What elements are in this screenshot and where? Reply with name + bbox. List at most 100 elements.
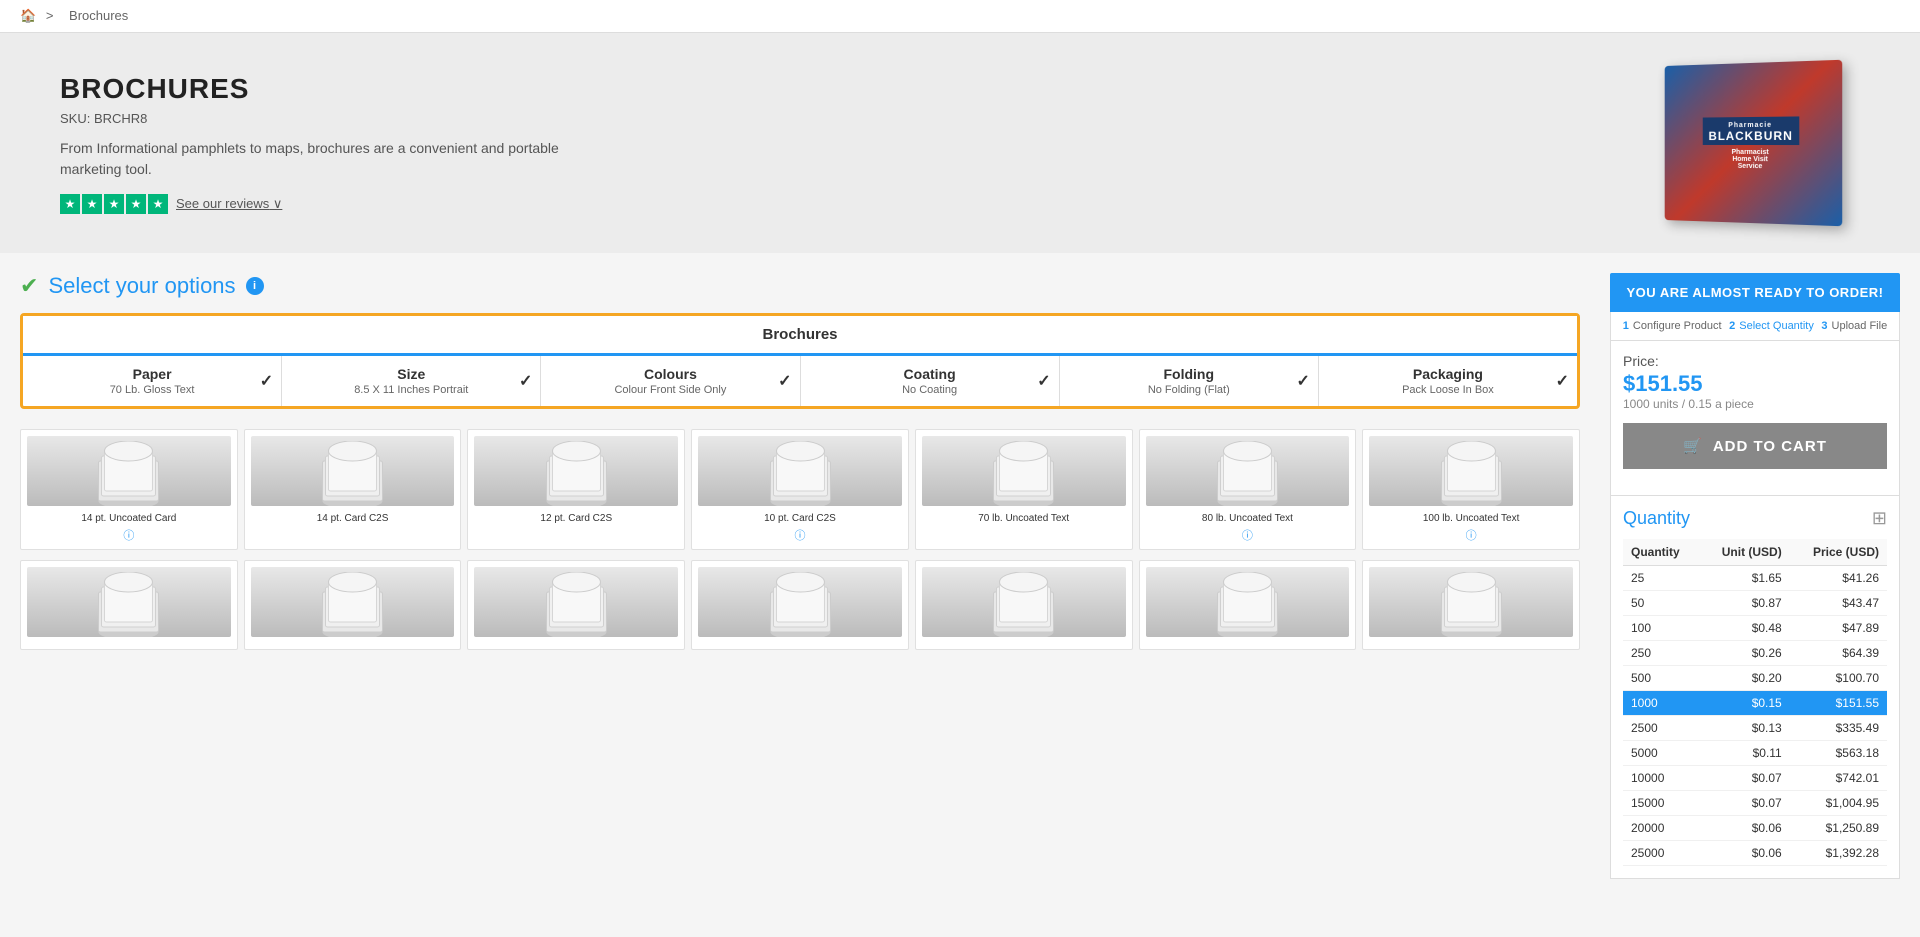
qty-row-2[interactable]: 100 $0.48 $47.89 [1623, 616, 1887, 641]
qty-cell-price-1: $43.47 [1790, 591, 1887, 616]
home-link[interactable]: 🏠 [20, 8, 36, 23]
product-card-r1-2[interactable]: 12 pt. Card C2S [467, 429, 685, 550]
qty-cell-qty-10: 20000 [1623, 816, 1700, 841]
qty-cell-unit-9: $0.07 [1700, 791, 1790, 816]
tab-option-paper[interactable]: Paper 70 Lb. Gloss Text ✓ [23, 356, 282, 406]
options-tab-container: Brochures Paper 70 Lb. Gloss Text ✓ Size… [20, 313, 1580, 409]
qty-row-4[interactable]: 500 $0.20 $100.70 [1623, 666, 1887, 691]
paper-layers-r1-2 [474, 436, 678, 506]
qty-row-10[interactable]: 20000 $0.06 $1,250.89 [1623, 816, 1887, 841]
product-card-r2-5[interactable] [1139, 560, 1357, 650]
main-container: ✔ Select your options i Brochures Paper … [0, 253, 1920, 899]
order-step-1[interactable]: 1 Configure Product [1623, 320, 1722, 332]
step-num-2: 2 [1729, 320, 1735, 332]
add-to-cart-button[interactable]: 🛒 ADD TO CART [1623, 423, 1887, 469]
star-2: ★ [82, 194, 102, 214]
step-num-1: 1 [1623, 320, 1629, 332]
product-card-r1-6[interactable]: 100 lb. Uncoated Text ⓘ [1362, 429, 1580, 550]
qty-cell-qty-1: 50 [1623, 591, 1700, 616]
hero-text: BROCHURES SKU: BRCHR8 From Informational… [60, 73, 560, 214]
order-step-3[interactable]: 3 Upload File [1821, 320, 1887, 332]
qty-table-header-row: Quantity Unit (USD) Price (USD) [1623, 539, 1887, 566]
product-card-info-r1-6[interactable]: ⓘ [1369, 527, 1573, 543]
qty-cell-unit-4: $0.20 [1700, 666, 1790, 691]
product-section: ✔ Select your options i Brochures Paper … [0, 273, 1600, 899]
qty-cell-unit-1: $0.87 [1700, 591, 1790, 616]
product-card-img-r1-3 [698, 436, 902, 506]
product-card-img-r1-5 [1146, 436, 1350, 506]
step-label-1: Configure Product [1633, 320, 1722, 332]
product-sku: SKU: BRCHR8 [60, 111, 560, 126]
price-amount: $151.55 [1623, 371, 1887, 397]
product-card-img-r2-1 [251, 567, 455, 637]
tab-option-coating[interactable]: Coating No Coating ✓ [801, 356, 1060, 406]
tab-options: Paper 70 Lb. Gloss Text ✓ Size 8.5 X 11 … [23, 356, 1577, 406]
breadcrumb-separator: > [46, 8, 54, 23]
qty-row-0[interactable]: 25 $1.65 $41.26 [1623, 566, 1887, 591]
qty-cell-unit-8: $0.07 [1700, 766, 1790, 791]
paper-layers-r2-1 [251, 567, 455, 637]
qty-row-8[interactable]: 10000 $0.07 $742.01 [1623, 766, 1887, 791]
product-card-r2-0[interactable] [20, 560, 238, 650]
tab-option-colours[interactable]: Colours Colour Front Side Only ✓ [541, 356, 800, 406]
qty-row-11[interactable]: 25000 $0.06 $1,392.28 [1623, 841, 1887, 866]
product-card-r1-3[interactable]: 10 pt. Card C2S ⓘ [691, 429, 909, 550]
product-card-r2-1[interactable] [244, 560, 462, 650]
step-label-2: Select Quantity [1739, 320, 1814, 332]
product-card-info-r1-0[interactable]: ⓘ [27, 527, 231, 543]
product-description: From Informational pamphlets to maps, br… [60, 138, 560, 180]
product-card-label-r1-6: 100 lb. Uncoated Text [1369, 512, 1573, 525]
price-label: Price: [1623, 353, 1887, 369]
qty-cell-qty-0: 25 [1623, 566, 1700, 591]
product-card-r1-1[interactable]: 14 pt. Card C2S [244, 429, 462, 550]
quantity-header: Quantity ⊞ [1623, 508, 1887, 529]
product-card-r2-3[interactable] [691, 560, 909, 650]
quantity-table: Quantity Unit (USD) Price (USD) 25 $1.65… [1623, 539, 1887, 866]
tab-option-folding[interactable]: Folding No Folding (Flat) ✓ [1060, 356, 1319, 406]
product-image: Pharmacie BLACKBURN PharmacistHome Visit… [1660, 63, 1860, 223]
price-section: Price: $151.55 1000 units / 0.15 a piece… [1610, 341, 1900, 496]
qty-row-3[interactable]: 250 $0.26 $64.39 [1623, 641, 1887, 666]
tab-option-packaging[interactable]: Packaging Pack Loose In Box ✓ [1319, 356, 1577, 406]
qty-cell-qty-9: 15000 [1623, 791, 1700, 816]
paper-layers-r1-3 [698, 436, 902, 506]
product-card-r2-2[interactable] [467, 560, 685, 650]
grid-icon[interactable]: ⊞ [1872, 508, 1887, 529]
price-col-header: Price (USD) [1790, 539, 1887, 566]
product-card-label-r1-2: 12 pt. Card C2S [474, 512, 678, 525]
product-card-info-r1-3[interactable]: ⓘ [698, 527, 902, 543]
reviews-link[interactable]: See our reviews ∨ [176, 196, 282, 212]
tab-option-size[interactable]: Size 8.5 X 11 Inches Portrait ✓ [282, 356, 541, 406]
qty-cell-qty-2: 100 [1623, 616, 1700, 641]
qty-row-9[interactable]: 15000 $0.07 $1,004.95 [1623, 791, 1887, 816]
product-card-img-r2-6 [1369, 567, 1573, 637]
info-icon[interactable]: i [246, 277, 264, 295]
order-steps: 1 Configure Product 2 Select Quantity 3 … [1610, 312, 1900, 341]
options-header: ✔ Select your options i [20, 273, 1580, 299]
qty-row-5[interactable]: 1000 $0.15 $151.55 [1623, 691, 1887, 716]
star-1: ★ [60, 194, 80, 214]
tab-value-2: Colour Front Side Only [549, 384, 791, 396]
product-card-r2-4[interactable] [915, 560, 1133, 650]
product-card-img-r2-3 [698, 567, 902, 637]
paper-layers-r2-4 [922, 567, 1126, 637]
tab-name-0: Paper [31, 366, 273, 382]
product-card-img-r1-0 [27, 436, 231, 506]
unit-col-header: Unit (USD) [1700, 539, 1790, 566]
product-card-r2-6[interactable] [1362, 560, 1580, 650]
price-per-unit: 1000 units / 0.15 a piece [1623, 397, 1887, 411]
hero-section: BROCHURES SKU: BRCHR8 From Informational… [0, 33, 1920, 253]
order-step-2[interactable]: 2 Select Quantity [1729, 320, 1814, 332]
product-card-r1-4[interactable]: 70 lb. Uncoated Text [915, 429, 1133, 550]
qty-cell-price-10: $1,250.89 [1790, 816, 1887, 841]
product-card-r1-0[interactable]: 14 pt. Uncoated Card ⓘ [20, 429, 238, 550]
qty-row-7[interactable]: 5000 $0.11 $563.18 [1623, 741, 1887, 766]
qty-row-1[interactable]: 50 $0.87 $43.47 [1623, 591, 1887, 616]
product-card-img-r2-2 [474, 567, 678, 637]
product-card-r1-5[interactable]: 80 lb. Uncoated Text ⓘ [1139, 429, 1357, 550]
star-5-half: ★ [148, 194, 168, 214]
product-card-info-r1-5[interactable]: ⓘ [1146, 527, 1350, 543]
product-card-img-r2-0 [27, 567, 231, 637]
qty-row-6[interactable]: 2500 $0.13 $335.49 [1623, 716, 1887, 741]
qty-cell-unit-3: $0.26 [1700, 641, 1790, 666]
